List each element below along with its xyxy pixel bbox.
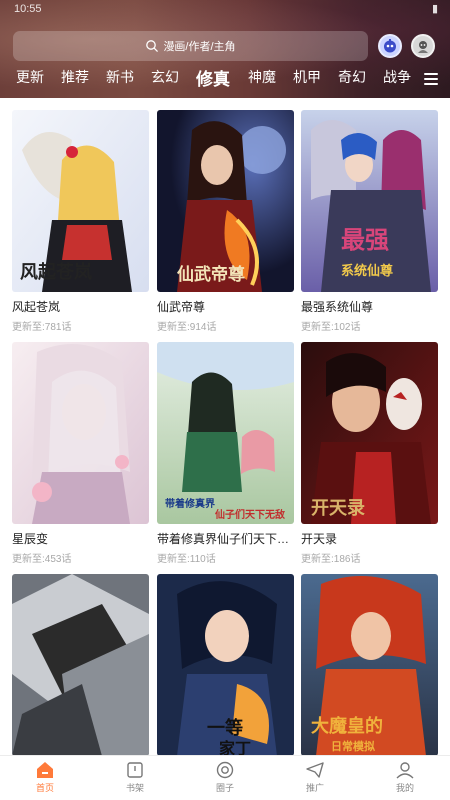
comic-card[interactable]: 大魔皇的 日常模拟 (301, 574, 438, 755)
tab-label: 书架 (125, 783, 144, 793)
comic-title[interactable]: 带着修真界仙子们天下无敌 (157, 530, 294, 547)
tab-category-mecha[interactable]: 机甲 (293, 67, 321, 87)
promote-icon (306, 762, 324, 778)
tab-profile[interactable]: 我的 (375, 760, 435, 794)
svg-text:一等: 一等 (207, 717, 243, 739)
svg-text:仙武帝尊: 仙武帝尊 (177, 264, 245, 285)
tab-label: 圈子 (215, 783, 234, 793)
comic-card[interactable] (12, 574, 149, 755)
comic-card[interactable]: 星辰变 更新至:453话 (12, 342, 149, 565)
comic-cover[interactable]: 一等 家丁 (157, 574, 294, 755)
tab-category-cultivation[interactable]: 修真 (196, 65, 230, 90)
menu-icon[interactable] (424, 73, 438, 85)
user-icon (396, 762, 414, 779)
tab-label: 推广 (305, 783, 324, 793)
bottom-tab-bar: 首页 书架 圈子 推广 我的 (0, 755, 450, 800)
comic-title[interactable]: 星辰变 (12, 530, 149, 547)
tab-category-war[interactable]: 战争 (383, 67, 411, 87)
svg-text:仙子们天下无敌: 仙子们天下无敌 (215, 508, 285, 521)
cover-illustration (12, 574, 149, 755)
comic-card[interactable]: 开天录 开天录 更新至:186话 (301, 342, 438, 565)
cover-illustration: 仙武帝尊 (157, 110, 294, 292)
tab-bookshelf[interactable]: 书架 (105, 760, 165, 794)
comic-card[interactable]: 一等 家丁 (157, 574, 294, 755)
header: 10:55 ▮ 漫画/作者/主角 更新 推荐 新书 玄幻 修真 神魔 机甲 奇幻… (0, 0, 450, 98)
comic-card[interactable]: 风起苍岚 风起苍岚 更新至:781话 (12, 110, 149, 333)
comic-card[interactable]: 带着修真界 仙子们天下无敌 带着修真界仙子们天下无敌 更新至:110话 (157, 342, 294, 565)
comic-card[interactable]: 仙武帝尊 仙武帝尊 更新至:914话 (157, 110, 294, 333)
comic-update: 更新至:914话 (157, 322, 217, 333)
comic-update: 更新至:453话 (12, 554, 72, 565)
comic-cover[interactable]: 风起苍岚 (12, 110, 149, 292)
svg-text:开天录: 开天录 (311, 498, 365, 519)
comic-update: 更新至:781话 (12, 322, 72, 333)
comic-cover[interactable] (12, 574, 149, 755)
tab-label: 首页 (35, 783, 54, 793)
comic-update: 更新至:186话 (301, 554, 361, 565)
search-placeholder: 漫画/作者/主角 (163, 41, 236, 53)
cover-illustration: 最强 系统仙尊 (301, 110, 438, 292)
tab-category-new[interactable]: 新书 (106, 67, 134, 87)
svg-text:带着修真界: 带着修真界 (165, 497, 215, 510)
comic-card[interactable]: 最强 系统仙尊 最强系统仙尊 更新至:102话 (301, 110, 438, 333)
comic-cover[interactable]: 带着修真界 仙子们天下无敌 (157, 342, 294, 524)
comic-cover[interactable]: 最强 系统仙尊 (301, 110, 438, 292)
cover-illustration: 大魔皇的 日常模拟 (301, 574, 438, 755)
svg-text:家丁: 家丁 (219, 739, 251, 755)
svg-text:风起苍岚: 风起苍岚 (20, 261, 92, 283)
robot-avatar-button[interactable] (378, 34, 402, 58)
svg-text:大魔皇的: 大魔皇的 (311, 715, 383, 737)
svg-text:系统仙尊: 系统仙尊 (341, 263, 393, 279)
user-avatar-button[interactable] (411, 34, 435, 58)
comic-grid: 风起苍岚 风起苍岚 更新至:781话 仙武帝尊 仙武帝尊 更新至:914话 最强… (0, 98, 450, 755)
search-input[interactable]: 漫画/作者/主角 (13, 31, 368, 61)
home-icon (37, 762, 53, 778)
status-time: 10:55 (14, 3, 42, 15)
comic-title[interactable]: 风起苍岚 (12, 298, 149, 315)
tab-category-update[interactable]: 更新 (16, 67, 44, 87)
circle-icon (216, 761, 234, 779)
svg-text:日常模拟: 日常模拟 (331, 739, 375, 753)
tab-category-gods[interactable]: 神魔 (248, 67, 276, 87)
comic-cover[interactable]: 大魔皇的 日常模拟 (301, 574, 438, 755)
cover-illustration: 风起苍岚 (12, 110, 149, 292)
comic-update: 更新至:102话 (301, 322, 361, 333)
avatar-icon (418, 41, 428, 53)
cover-illustration: 开天录 (301, 342, 438, 524)
tab-category-fantasy[interactable]: 玄幻 (151, 67, 179, 87)
robot-icon (384, 39, 396, 53)
comic-title[interactable]: 最强系统仙尊 (301, 298, 438, 315)
tab-home[interactable]: 首页 (15, 760, 75, 794)
tab-promote[interactable]: 推广 (285, 760, 345, 794)
tab-label: 我的 (395, 783, 414, 793)
tab-circle[interactable]: 圈子 (195, 760, 255, 794)
comic-cover[interactable] (12, 342, 149, 524)
cover-illustration: 带着修真界 仙子们天下无敌 (157, 342, 294, 524)
svg-text:最强: 最强 (341, 225, 389, 254)
tab-category-magic[interactable]: 奇幻 (338, 67, 366, 87)
comic-cover[interactable]: 仙武帝尊 (157, 110, 294, 292)
status-bar: 10:55 ▮ (0, 0, 450, 22)
cover-illustration: 一等 家丁 (157, 574, 294, 755)
bookshelf-icon (127, 762, 143, 778)
battery-icon: ▮ (431, 2, 438, 15)
comic-update: 更新至:110话 (157, 554, 216, 565)
comic-cover[interactable]: 开天录 (301, 342, 438, 524)
comic-title[interactable]: 仙武帝尊 (157, 298, 294, 315)
search-icon (146, 40, 159, 52)
category-nav: 更新 推荐 新书 玄幻 修真 神魔 机甲 奇幻 战争 (0, 67, 450, 95)
cover-illustration (12, 342, 149, 524)
comic-title[interactable]: 开天录 (301, 530, 438, 547)
tab-category-recommend[interactable]: 推荐 (61, 67, 89, 87)
